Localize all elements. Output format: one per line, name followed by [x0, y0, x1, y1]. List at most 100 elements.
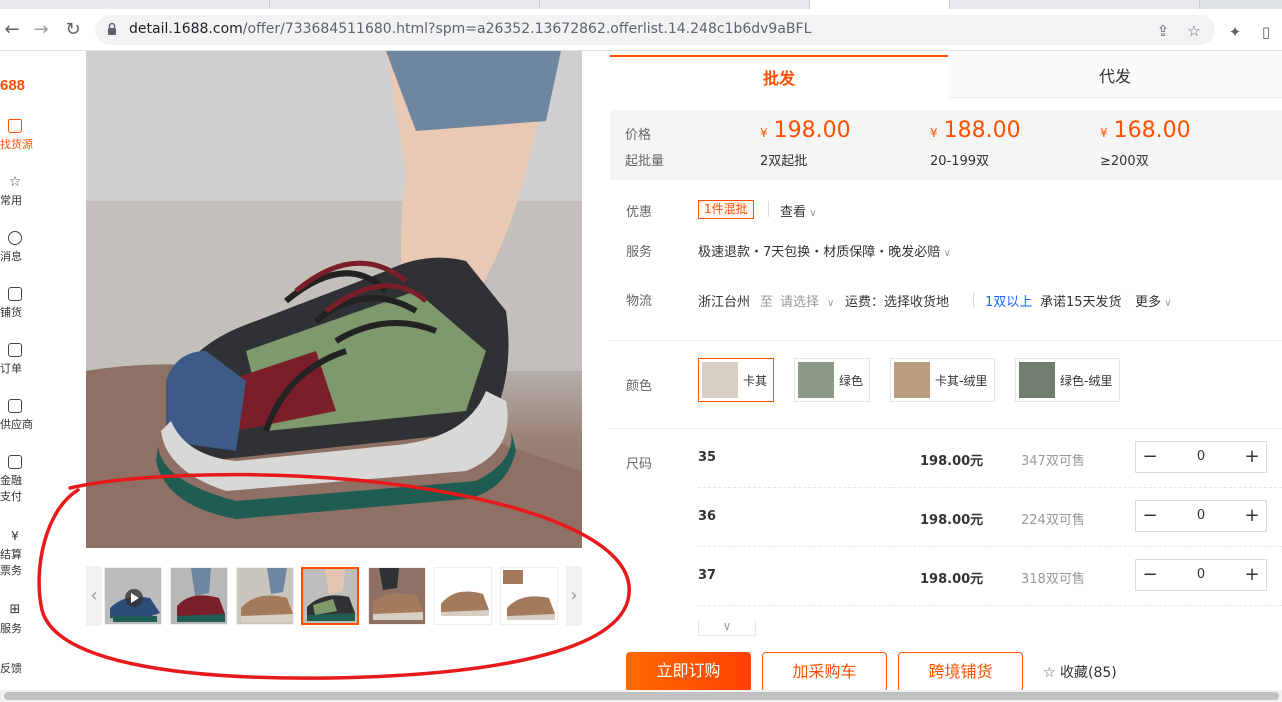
- browser-tab[interactable]: [540, 0, 810, 9]
- product-main-image[interactable]: [86, 51, 582, 548]
- thumbnail[interactable]: [434, 567, 492, 625]
- expand-sizes-icon[interactable]: ∨: [698, 620, 756, 636]
- divider: [610, 340, 1282, 341]
- plus-icon[interactable]: +: [1238, 560, 1266, 590]
- sidebar-item-feedback[interactable]: 反馈: [0, 657, 30, 676]
- sidebar-item-settlement[interactable]: ¥ 结算 票务: [0, 529, 30, 578]
- sidebar-item-listing[interactable]: 铺货: [0, 287, 30, 320]
- thumbnail[interactable]: [170, 567, 228, 625]
- logistics-more-link[interactable]: 更多 ∨: [1135, 291, 1172, 310]
- plus-icon[interactable]: +: [1238, 501, 1266, 531]
- browser-tab[interactable]: [0, 0, 270, 9]
- color-swatch: [798, 362, 834, 398]
- divider: [973, 292, 974, 308]
- to-label: 至: [760, 295, 774, 310]
- thumbnail-selected[interactable]: [301, 567, 359, 625]
- home-icon: [8, 119, 22, 133]
- sidepanel-icon[interactable]: ▯: [1256, 23, 1276, 43]
- mixed-batch-tag: 1件混批: [698, 200, 754, 219]
- shipping-promise: 承诺15天发货: [1040, 295, 1122, 310]
- tier-price: ¥188.00: [930, 118, 1021, 143]
- promo-view-link[interactable]: 查看 ∨: [780, 201, 817, 220]
- tier-qty: 20-199双: [930, 154, 990, 169]
- quantity-stepper: − 0 +: [1135, 559, 1267, 591]
- minus-icon[interactable]: −: [1136, 560, 1164, 590]
- share-icon[interactable]: ⇪: [1153, 21, 1173, 41]
- service-info[interactable]: 极速退款・7天包换・材质保障・晚发必赔 ∨: [698, 241, 951, 260]
- size-price: 198.00元: [920, 513, 984, 528]
- quantity-input[interactable]: 0: [1164, 560, 1238, 590]
- sidebar-item-orders[interactable]: 订单: [0, 343, 30, 376]
- thumbnail-image: [303, 569, 357, 623]
- sidebar-item-services[interactable]: ⊞ 服务: [0, 603, 30, 636]
- thumbnail[interactable]: [368, 567, 426, 625]
- size-stock: 318双可售: [1021, 572, 1085, 587]
- reload-icon[interactable]: ↻: [62, 19, 84, 41]
- color-option-green[interactable]: 绿色: [794, 358, 870, 402]
- size-value: 35: [698, 450, 717, 465]
- thumbnail-image: [105, 568, 161, 624]
- color-option-green-fleece[interactable]: 绿色-绒里: [1015, 358, 1120, 402]
- chevron-down-icon: ∨: [1161, 298, 1172, 309]
- buy-now-button[interactable]: 立即订购: [626, 652, 751, 692]
- size-value: 37: [698, 568, 717, 583]
- browser-toolbar: ← → ↻ detail.1688.com/offer/733684511680…: [0, 9, 1282, 51]
- size-price: 198.00元: [920, 572, 984, 587]
- sidebar-item-common[interactable]: ☆ 常用: [0, 175, 30, 208]
- shipping-qty-link[interactable]: 1双以上: [985, 291, 1032, 310]
- sidebar-item-suppliers[interactable]: 供应商: [0, 399, 33, 432]
- divider: [610, 428, 1282, 429]
- divider: [698, 546, 1282, 547]
- tier-price: ¥168.00: [1100, 118, 1191, 143]
- tier-qty: ≥200双: [1100, 154, 1149, 169]
- star-icon: ☆: [8, 174, 22, 190]
- tab-dropship[interactable]: 代发: [948, 55, 1282, 98]
- thumbnail[interactable]: [500, 567, 558, 625]
- browser-tab-active[interactable]: [810, 0, 950, 9]
- minus-icon[interactable]: −: [1136, 501, 1164, 531]
- add-to-cart-button[interactable]: 加采购车: [762, 652, 887, 692]
- divider: [698, 487, 1282, 488]
- color-option-khaki-fleece[interactable]: 卡其-绒里: [890, 358, 995, 402]
- quantity-input[interactable]: 0: [1164, 501, 1238, 531]
- thumbnail-image: [237, 568, 293, 624]
- favorite-button[interactable]: ☆ 收藏(85): [1043, 662, 1117, 682]
- quantity-stepper: − 0 +: [1135, 500, 1267, 532]
- size-stock: 347双可售: [1021, 454, 1085, 469]
- destination-select[interactable]: 请选择 ∨: [780, 291, 834, 310]
- thumbnail-prev-icon[interactable]: ‹: [86, 566, 102, 626]
- thumbnail-next-icon[interactable]: ›: [566, 566, 582, 626]
- message-icon: [8, 231, 22, 245]
- thumbnail[interactable]: [236, 567, 294, 625]
- moq-label: 起批量: [625, 154, 665, 169]
- thumbnail-strip: ‹ ›: [86, 566, 582, 626]
- size-stock: 224双可售: [1021, 513, 1085, 528]
- cross-border-button[interactable]: 跨境铺货: [898, 652, 1023, 692]
- browser-tab[interactable]: [270, 0, 540, 9]
- color-option-khaki[interactable]: 卡其: [698, 358, 774, 402]
- browser-tab[interactable]: [950, 0, 1200, 9]
- sidebar-item-finance[interactable]: 金融 支付: [0, 455, 30, 504]
- lock-icon: [108, 22, 116, 35]
- wallet-icon: [8, 455, 22, 469]
- star-icon[interactable]: ☆: [1184, 21, 1204, 41]
- tab-wholesale[interactable]: 批发: [610, 55, 948, 98]
- minus-icon[interactable]: −: [1136, 442, 1164, 472]
- divider: [698, 605, 1282, 606]
- thumbnail-video[interactable]: [104, 567, 162, 625]
- quantity-input[interactable]: 0: [1164, 442, 1238, 472]
- extensions-icon[interactable]: ✦: [1225, 23, 1245, 43]
- back-icon[interactable]: ←: [1, 19, 23, 41]
- sidebar-item-find-source[interactable]: 找货源: [0, 119, 33, 152]
- order-icon: [8, 343, 22, 357]
- forward-icon[interactable]: →: [30, 19, 52, 41]
- color-swatch: [1019, 362, 1055, 398]
- horizontal-scrollbar[interactable]: [0, 690, 1282, 702]
- thumbnail-image: [501, 568, 557, 624]
- site-logo[interactable]: 688: [0, 77, 25, 94]
- color-label: 颜色: [626, 379, 653, 394]
- size-value: 36: [698, 509, 717, 524]
- sidebar-item-messages[interactable]: 消息: [0, 231, 30, 264]
- plus-icon[interactable]: +: [1238, 442, 1266, 472]
- address-bar[interactable]: detail.1688.com/offer/733684511680.html?…: [95, 15, 1215, 45]
